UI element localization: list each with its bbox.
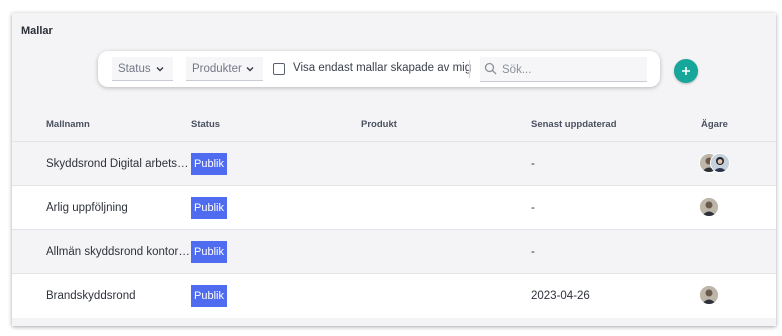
updated-date: - [531, 246, 535, 258]
table-row[interactable]: Allmän skyddsrond kontor/butik Publik - [12, 229, 776, 274]
status-filter-label: Status [118, 62, 151, 75]
updated-date: - [531, 158, 535, 170]
column-header-name[interactable]: Mallnamn [46, 119, 90, 130]
avatar [699, 285, 719, 305]
search-field[interactable] [480, 57, 647, 82]
status-badge: Publik [191, 197, 227, 219]
updated-date: 2023-04-26 [531, 290, 590, 302]
table-row[interactable]: Brandskyddsrond Publik 2023-04-26 [12, 273, 776, 318]
column-header-status[interactable]: Status [191, 119, 220, 130]
status-badge: Publik [191, 153, 227, 175]
status-badge: Publik [191, 285, 227, 307]
only-mine-label[interactable]: Visa endast mallar skapade av mig [293, 62, 471, 74]
product-filter-label: Produkter [192, 62, 242, 75]
column-header-product[interactable]: Produkt [361, 119, 397, 130]
filter-bar: Status Produkter Visa endast mallar skap… [98, 51, 660, 87]
chevron-down-icon [156, 66, 164, 72]
only-mine-checkbox[interactable] [273, 63, 285, 75]
status-filter-dropdown[interactable]: Status [112, 57, 173, 81]
templates-panel: Mallar Status Produkter Visa endast mall… [12, 13, 776, 326]
search-input[interactable] [500, 59, 644, 81]
add-template-button[interactable] [674, 59, 698, 83]
divider [469, 60, 470, 78]
table-row[interactable]: Årlig uppföljning Publik - [12, 185, 776, 230]
chevron-down-icon [246, 66, 254, 72]
panel-title: Mallar [21, 25, 53, 37]
avatar [699, 197, 719, 217]
plus-icon [682, 67, 690, 75]
template-name: Brandskyddsrond [46, 290, 136, 302]
template-name: Skyddsrond Digital arbetsmiljö [46, 158, 190, 170]
search-icon [484, 62, 497, 75]
table-row[interactable]: Skyddsrond Digital arbetsmiljö Publik - [12, 141, 776, 186]
column-header-owner[interactable]: Ägare [701, 119, 728, 130]
template-name: Årlig uppföljning [46, 202, 128, 214]
product-filter-dropdown[interactable]: Produkter [186, 57, 263, 81]
template-name: Allmän skyddsrond kontor/butik [46, 246, 190, 258]
column-header-updated[interactable]: Senast uppdaterad [531, 119, 617, 130]
updated-date: - [531, 202, 535, 214]
avatar [710, 153, 730, 173]
status-badge: Publik [191, 241, 227, 263]
